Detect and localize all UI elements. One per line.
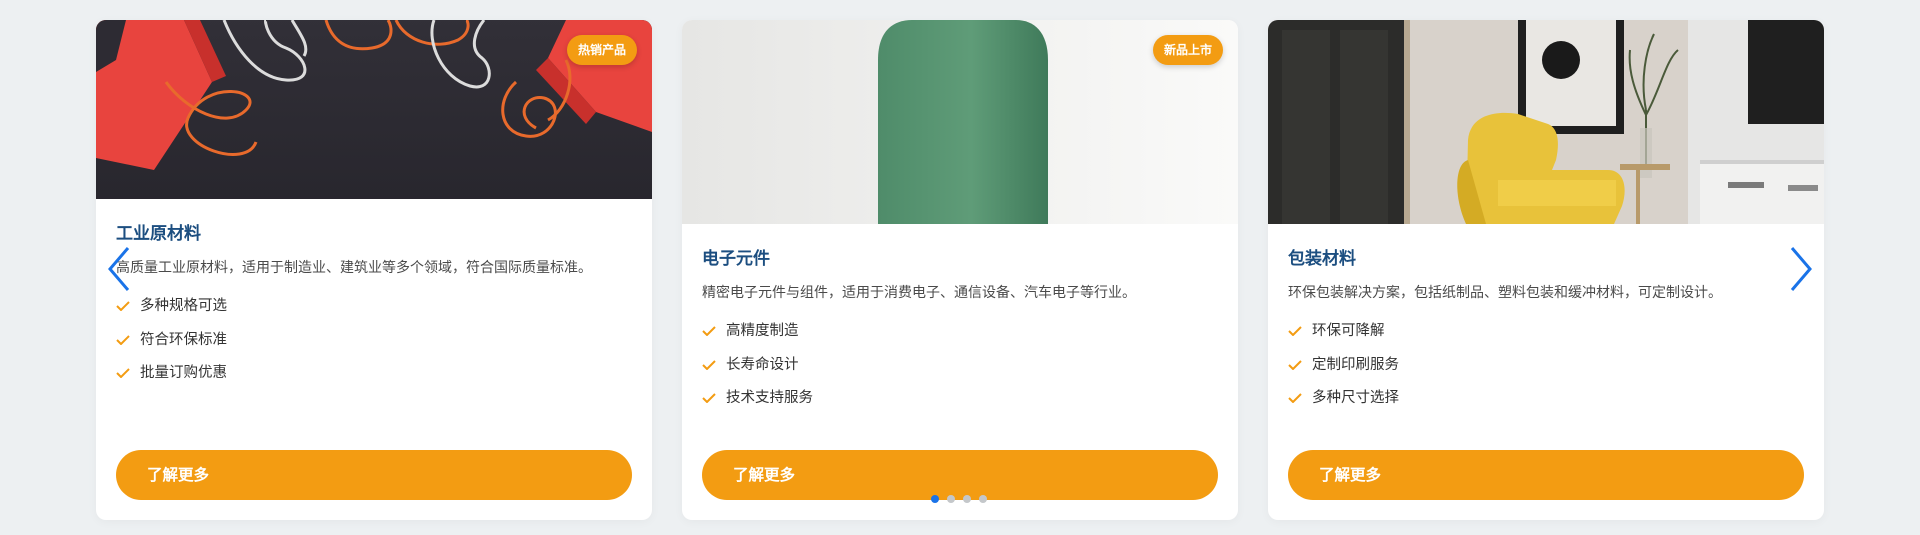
feature-item: 技术支持服务 [702,382,1218,416]
feature-item: 符合环保标准 [116,324,632,358]
feature-label: 长寿命设计 [726,356,799,373]
feature-item: 环保可降解 [1288,315,1804,349]
feature-item: 批量订购优惠 [116,357,632,391]
check-icon [702,359,716,370]
product-image-armchair-room [1268,20,1824,224]
feature-item: 多种规格可选 [116,290,632,324]
pagination-dot-active[interactable] [931,495,939,503]
card-title: 工业原材料 [116,224,201,244]
pagination-dot[interactable] [947,495,955,503]
learn-more-button[interactable]: 了解更多 [702,450,1218,500]
feature-item: 多种尺寸选择 [1288,382,1804,416]
feature-label: 高精度制造 [726,323,799,339]
feature-label: 多种尺寸选择 [1312,390,1399,406]
carousel-pagination [931,495,987,505]
feature-label: 批量订购优惠 [140,365,227,381]
feature-item: 定制印刷服务 [1288,349,1804,383]
product-card-electronics: 新品上市 电子元件 精密电子元件与组件，适用于消费电子、通信设备、汽车电子等行业… [682,20,1238,520]
feature-label: 环保可降解 [1312,323,1385,339]
feature-label: 多种规格可选 [140,298,227,314]
product-card-industrial: 热销产品 工业原材料 高质量工业原材料，适用于制造业、建筑业等多个领域，符合国际… [96,20,652,520]
card-title: 包装材料 [1288,249,1356,269]
feature-label: 定制印刷服务 [1312,356,1399,373]
feature-list: 环保可降解 定制印刷服务 多种尺寸选择 [1288,315,1804,416]
hot-product-badge: 热销产品 [566,35,637,65]
check-icon [116,301,130,311]
chevron-right-icon[interactable] [1780,244,1820,294]
card-description: 高质量工业原材料，适用于制造业、建筑业等多个领域，符合国际质量标准。 [116,260,592,276]
feature-list: 多种规格可选 符合环保标准 批量订购优惠 [116,290,632,391]
check-icon [116,368,130,378]
check-icon [116,334,130,345]
check-icon [702,326,716,336]
product-image-shopping-bags: 热销产品 [96,20,652,199]
pagination-dot[interactable] [963,495,971,503]
product-card-packaging: 包装材料 环保包装解决方案，包括纸制品、塑料包装和缓冲材料，可定制设计。 环保可… [1268,20,1824,520]
product-image-green-bottle: 新品上市 [682,20,1238,224]
check-icon [1288,359,1302,370]
check-icon [1288,393,1302,403]
pagination-dot[interactable] [979,495,987,503]
check-icon [702,393,716,403]
learn-more-button[interactable]: 了解更多 [116,450,632,500]
feature-label: 技术支持服务 [726,390,813,406]
feature-item: 高精度制造 [702,315,1218,349]
card-description: 环保包装解决方案，包括纸制品、塑料包装和缓冲材料，可定制设计。 [1288,285,1722,301]
feature-label: 符合环保标准 [140,331,227,348]
new-arrival-badge: 新品上市 [1152,35,1223,65]
learn-more-button[interactable]: 了解更多 [1288,450,1804,500]
card-description: 精密电子元件与组件，适用于消费电子、通信设备、汽车电子等行业。 [702,285,1136,301]
feature-item: 长寿命设计 [702,349,1218,383]
feature-list: 高精度制造 长寿命设计 技术支持服务 [702,315,1218,416]
check-icon [1288,326,1302,336]
card-title: 电子元件 [702,249,770,269]
chevron-left-icon[interactable] [100,244,140,294]
